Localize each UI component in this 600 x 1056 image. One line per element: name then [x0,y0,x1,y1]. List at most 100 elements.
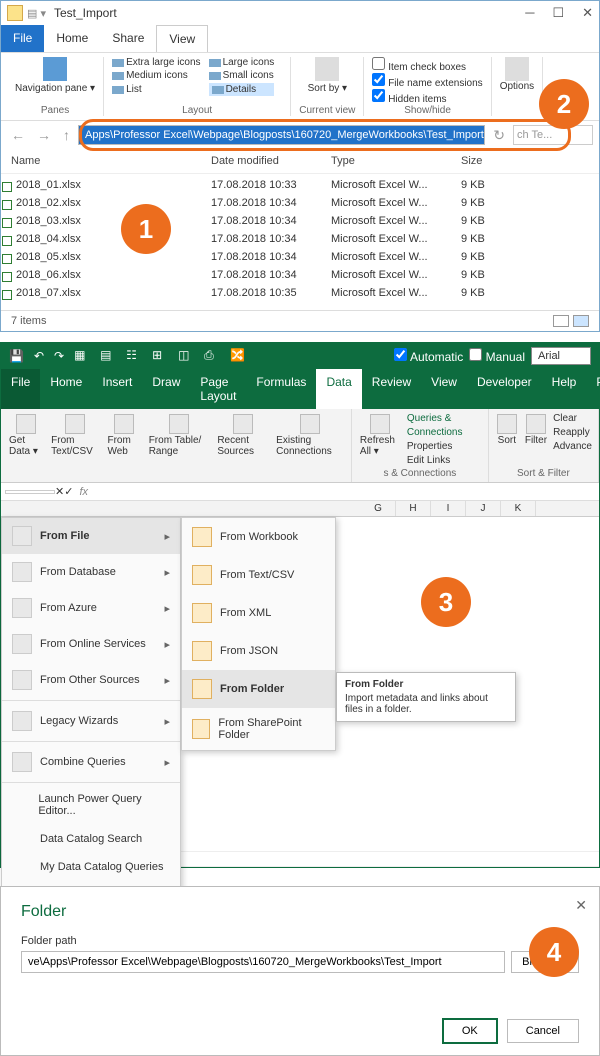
col-header[interactable]: H [396,501,431,516]
file-row[interactable]: 2018_06.xlsx17.08.2018 10:34Microsoft Ex… [11,266,589,284]
col-header[interactable]: K [501,501,536,516]
sort-by-button[interactable]: Sort by ▾ [299,57,355,94]
submenu-xml[interactable]: From XML [182,594,335,632]
file-row[interactable]: 2018_05.xlsx17.08.2018 10:34Microsoft Ex… [11,248,589,266]
folder-path-input[interactable] [21,951,505,973]
tab-view[interactable]: View [156,25,208,52]
tab-file[interactable]: File [1,369,40,409]
up-button[interactable]: ↑ [59,127,74,143]
layout-xl[interactable]: Extra large icons [112,57,200,68]
qat-icon[interactable]: ▦ [74,348,90,364]
cancel-formula-icon[interactable]: ✕ [55,485,64,498]
menu-legacy-wizards[interactable]: Legacy Wizards▸ [2,703,180,739]
sort-button[interactable]: Sort [495,412,519,454]
undo-icon[interactable]: ↶ [34,349,44,363]
col-size[interactable]: Size [461,155,589,167]
submenu-workbook[interactable]: From Workbook [182,518,335,556]
font-select[interactable] [531,347,591,365]
menu-combine-queries[interactable]: Combine Queries▸ [2,744,180,780]
recent-sources-button[interactable]: Recent Sources [215,412,270,459]
from-table-button[interactable]: From Table/ Range [147,412,212,459]
tab-file[interactable]: File [1,25,44,52]
tab-formulas[interactable]: Formulas [246,369,316,409]
submenu-json[interactable]: From JSON [182,632,335,670]
enter-formula-icon[interactable]: ✓ [64,485,73,498]
properties-link[interactable]: Properties [407,440,482,454]
menu-launch-pq[interactable]: Launch Power Query Editor... [2,785,180,825]
layout-list[interactable]: List [112,83,200,96]
col-header[interactable]: G [361,501,396,516]
submenu-textcsv[interactable]: From Text/CSV [182,556,335,594]
get-data-button[interactable]: Get Data ▾ [7,412,45,459]
advanced-link[interactable]: Advance [553,440,592,454]
qat-icon[interactable]: ⊞ [152,348,168,364]
tab-review[interactable]: Review [362,369,421,409]
fx-icon[interactable]: fx [79,486,88,498]
check-itemboxes[interactable]: Item check boxes [372,57,482,73]
check-extensions[interactable]: File name extensions [372,73,482,89]
options-button[interactable]: Options [500,57,534,92]
qat-icon[interactable]: ☷ [126,348,142,364]
qat-icon[interactable]: ⎙ [204,348,220,364]
tab-data[interactable]: Data [316,369,361,409]
address-bar[interactable]: Apps\Professor Excel\Webpage\Blogposts\1… [78,125,485,145]
close-button[interactable]: ✕ [582,5,593,21]
col-name[interactable]: Name [11,155,211,167]
tab-insert[interactable]: Insert [92,369,142,409]
tab-pagelayout[interactable]: Page Layout [190,369,246,409]
save-icon[interactable]: 💾 [9,349,24,363]
tab-share[interactable]: Share [100,25,156,52]
menu-my-catalog[interactable]: My Data Catalog Queries [2,853,180,881]
clear-link[interactable]: Clear [553,412,592,426]
col-header[interactable]: I [431,501,466,516]
back-button[interactable]: ← [7,127,29,143]
menu-from-azure[interactable]: From Azure▸ [2,590,180,626]
filter-button[interactable]: Filter [523,412,549,454]
edit-links-link[interactable]: Edit Links [407,454,482,468]
from-textcsv-button[interactable]: From Text/CSV [49,412,101,459]
tab-draw[interactable]: Draw [142,369,190,409]
dialog-close-button[interactable]: ✕ [575,897,587,914]
qat-icon[interactable]: ▤ [100,348,116,364]
maximize-button[interactable]: ☐ [552,5,564,21]
reapply-link[interactable]: Reapply [553,426,592,440]
tab-home[interactable]: Home [40,369,92,409]
menu-from-database[interactable]: From Database▸ [2,554,180,590]
layout-md[interactable]: Medium icons [112,70,200,81]
navigation-pane-button[interactable]: Navigation pane ▾ [15,57,95,94]
tab-home[interactable]: Home [44,25,100,52]
file-row[interactable]: 2018_01.xlsx17.08.2018 10:33Microsoft Ex… [11,176,589,194]
qat-icon[interactable]: 🔀 [230,348,246,364]
calc-auto[interactable]: Automatic [394,348,463,364]
refresh-button[interactable]: ↻ [489,127,509,144]
file-row[interactable]: 2018_02.xlsx17.08.2018 10:34Microsoft Ex… [11,194,589,212]
ok-button[interactable]: OK [443,1019,497,1043]
menu-catalog-search[interactable]: Data Catalog Search [2,825,180,853]
redo-icon[interactable]: ↷ [54,349,64,363]
menu-from-file[interactable]: From File▸ [2,518,180,554]
check-hidden[interactable]: Hidden items [372,89,482,105]
file-row[interactable]: 2018_03.xlsx17.08.2018 10:34Microsoft Ex… [11,212,589,230]
submenu-sharepoint[interactable]: From SharePoint Folder [182,708,335,750]
col-date[interactable]: Date modified [211,155,331,167]
name-box[interactable] [5,490,55,494]
menu-other-sources[interactable]: From Other Sources▸ [2,662,180,698]
col-header[interactable]: J [466,501,501,516]
layout-lg[interactable]: Large icons [209,57,275,68]
submenu-folder[interactable]: From Folder [182,670,335,708]
tab-developer[interactable]: Developer [467,369,542,409]
qat-icon[interactable]: ◫ [178,348,194,364]
cancel-button[interactable]: Cancel [507,1019,579,1043]
from-web-button[interactable]: From Web [105,412,142,459]
tab-help[interactable]: Help [542,369,587,409]
calc-manual[interactable]: Manual [469,348,525,364]
tab-view[interactable]: View [421,369,467,409]
search-input[interactable]: ch Te... [513,125,593,145]
tab-prc[interactable]: PRC [586,369,600,409]
existing-connections-button[interactable]: Existing Connections [274,412,345,459]
queries-link[interactable]: Queries & Connections [407,412,482,440]
col-type[interactable]: Type [331,155,461,167]
refresh-all-button[interactable]: Refresh All ▾ [358,412,403,468]
file-row[interactable]: 2018_04.xlsx17.08.2018 10:34Microsoft Ex… [11,230,589,248]
layout-details[interactable]: Details [209,83,275,96]
